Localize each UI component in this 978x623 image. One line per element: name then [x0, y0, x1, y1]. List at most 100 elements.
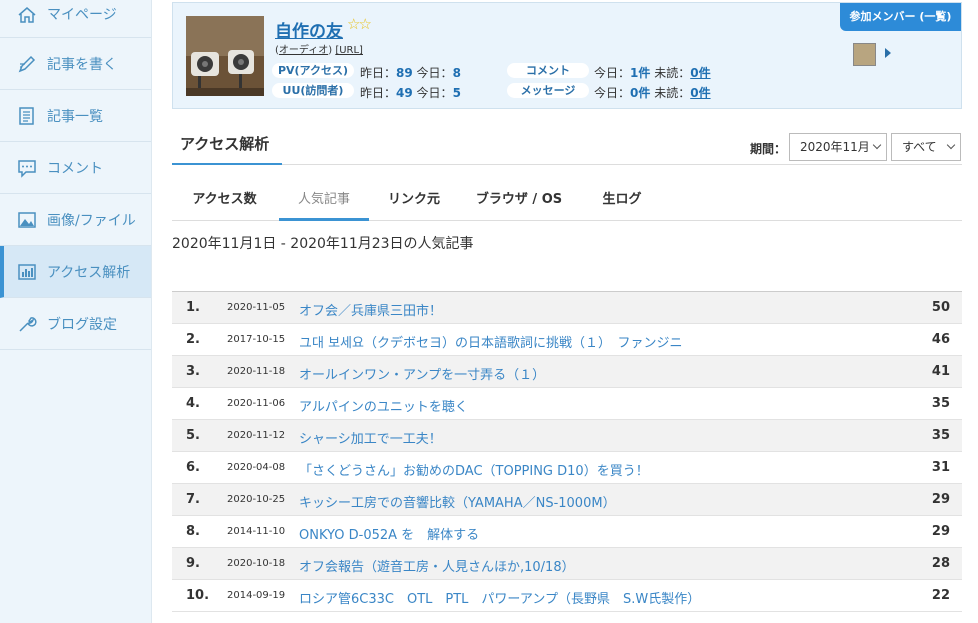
title-underline: [172, 163, 282, 165]
period-label: 期間：: [750, 142, 787, 156]
chevron-right-icon[interactable]: [885, 48, 891, 58]
sidebar-item-comments[interactable]: コメント: [0, 142, 151, 194]
table-row: 10. 2014-09-19 ロシア管6C33C OTL PTL パワーアンプ（長野…: [172, 580, 962, 612]
sidebar-item-label: マイページ: [47, 7, 117, 23]
sidebar-item-write[interactable]: 記事を書く: [0, 38, 151, 90]
view-count-cell: 22: [931, 588, 950, 603]
sidebar-item-images[interactable]: 画像/ファイル: [0, 194, 151, 246]
table-row: 4. 2020-11-06 アルパインのユニットを聴く 35: [172, 388, 962, 420]
divider: [172, 164, 962, 165]
date-range-heading: 2020年11月1日 - 2020年11月23日の人気記事: [172, 236, 474, 252]
unread-label: 未読：: [654, 86, 691, 100]
table-row: 1. 2020-11-05 オフ会／兵庫県三田市！ 50: [172, 292, 962, 324]
document-list-icon: [16, 105, 38, 127]
sidebar-item-label: 記事一覧: [47, 108, 103, 125]
blog-summary-panel: 自作の友 ☆☆ (オーディオ) [URL] PV(アクセス) UU(訪問者) 昨…: [172, 2, 962, 109]
yesterday-label: 昨日：: [360, 66, 397, 80]
view-count-cell: 31: [931, 460, 950, 475]
comment-today-value: 1件: [630, 66, 651, 80]
table-row: 2. 2017-10-15 ユ대 보세요（クデボセヨ）の日本語歌詞に挑戦（１） ファ…: [172, 324, 962, 356]
rank-cell: 10.: [186, 588, 210, 603]
today-label: 今日：: [594, 66, 631, 80]
avatar[interactable]: [853, 43, 876, 66]
bar-chart-icon: [16, 261, 38, 283]
analytics-tabs: アクセス数 人気記事 リンク元 ブラウザ / OS 生ログ: [172, 184, 962, 221]
today-label: 今日：: [416, 66, 453, 80]
article-title-link[interactable]: オフ会／兵庫県三田市！: [299, 300, 442, 319]
sidebar-item-label: 画像/ファイル: [47, 212, 136, 229]
unread-label: 未読：: [654, 66, 691, 80]
page-title: アクセス解析: [180, 135, 270, 153]
category-link[interactable]: オーディオ: [279, 45, 328, 56]
table-row: 5. 2020-11-12 シャーシ加工で一工夫！ 35: [172, 420, 962, 452]
article-title-link[interactable]: ロシア管6C33C OTL PTL パワーアンプ（長野県 S.W氏製作）: [299, 588, 700, 607]
date-cell: 2020-10-18: [227, 558, 286, 569]
article-title-link[interactable]: アルパインのユニットを聴く: [299, 396, 468, 415]
comment-icon: [16, 157, 38, 179]
tab-popular-articles[interactable]: 人気記事: [279, 184, 369, 221]
blog-title-link[interactable]: 自作の友: [275, 17, 343, 42]
view-count-cell: 35: [931, 396, 950, 411]
table-row: 8. 2014-11-10 ONKYO D-052A を 解体する 29: [172, 516, 962, 548]
view-count-cell: 46: [931, 332, 950, 347]
article-title-link[interactable]: 「さくどうさん」お勧めのDAC（TOPPING D10）を買う！: [299, 460, 649, 479]
uu-stats: 昨日：49 今日：5: [360, 84, 461, 101]
image-icon: [16, 209, 38, 231]
date-cell: 2020-10-25: [227, 494, 286, 505]
message-stats: 今日：0件 未読：0件: [594, 84, 711, 101]
article-title-link[interactable]: ONKYO D-052A を 解体する: [299, 524, 479, 543]
sidebar-item-articles[interactable]: 記事一覧: [0, 90, 151, 142]
period-select-value: 2020年11月: [800, 140, 870, 154]
sidebar-item-settings[interactable]: ブログ設定: [0, 298, 151, 350]
view-count-cell: 35: [931, 428, 950, 443]
pv-today-value: 8: [452, 66, 461, 80]
sidebar-item-mypage[interactable]: マイページ: [0, 0, 151, 38]
table-row: 6. 2020-04-08 「さくどうさん」お勧めのDAC（TOPPING D10）…: [172, 452, 962, 484]
uu-label-badge: UU(訪問者): [272, 83, 354, 98]
pv-yesterday-value: 89: [396, 66, 413, 80]
chevron-down-icon: [872, 140, 882, 150]
view-count-cell: 29: [931, 492, 950, 507]
rank-cell: 8.: [186, 524, 200, 539]
sidebar-item-label: 記事を書く: [47, 56, 117, 73]
filter-select[interactable]: すべて: [891, 133, 961, 161]
yesterday-label: 昨日：: [360, 86, 397, 100]
date-cell: 2020-11-05: [227, 302, 286, 313]
tab-browser-os[interactable]: ブラウザ / OS: [467, 184, 571, 221]
tab-access-count[interactable]: アクセス数: [182, 184, 267, 221]
today-label: 今日：: [416, 86, 453, 100]
popular-articles-table: 1. 2020-11-05 オフ会／兵庫県三田市！ 50 2. 2017-10-15 ユ대 …: [172, 291, 962, 612]
date-cell: 2017-10-15: [227, 334, 286, 345]
article-title-link[interactable]: オールインワン・アンプを一寸弄る（１）: [299, 364, 545, 383]
pv-label-badge: PV(アクセス): [272, 63, 354, 78]
article-title-link[interactable]: キッシー工房での音響比較（YAMAHA／NS-1000M）: [299, 492, 616, 511]
sidebar-item-analytics[interactable]: アクセス解析: [0, 246, 151, 298]
tab-referrers[interactable]: リンク元: [379, 184, 449, 221]
rank-cell: 1.: [186, 300, 200, 315]
date-cell: 2020-04-08: [227, 462, 286, 473]
tab-raw-log[interactable]: 生ログ: [589, 184, 655, 221]
uu-today-value: 5: [452, 86, 461, 100]
sidebar-item-label: アクセス解析: [47, 264, 131, 281]
member-list-button[interactable]: 参加メンバー (一覧): [840, 3, 961, 31]
main-content: 自作の友 ☆☆ (オーディオ) [URL] PV(アクセス) UU(訪問者) 昨…: [172, 0, 962, 623]
blog-thumbnail[interactable]: [186, 16, 264, 96]
message-unread-link[interactable]: 0件: [690, 86, 710, 100]
article-title-link[interactable]: ユ대 보세요（クデボセヨ）の日本語歌詞に挑戦（１） ファンジニ: [299, 332, 682, 351]
view-count-cell: 41: [931, 364, 950, 379]
view-count-cell: 29: [931, 524, 950, 539]
date-cell: 2020-11-12: [227, 430, 286, 441]
comment-unread-link[interactable]: 0件: [690, 66, 710, 80]
rank-cell: 3.: [186, 364, 200, 379]
rank-cell: 4.: [186, 396, 200, 411]
article-title-link[interactable]: オフ会報告（遊音工房・人見さんほか,10/18）: [299, 556, 575, 575]
table-row: 9. 2020-10-18 オフ会報告（遊音工房・人見さんほか,10/18） 28: [172, 548, 962, 580]
sidebar: マイページ 記事を書く 記事一覧 コメント 画像/ファイル アクセス解析 ブログ…: [0, 0, 152, 623]
wrench-icon: [16, 313, 38, 335]
pv-stats: 昨日：89 今日：8: [360, 64, 461, 81]
period-select[interactable]: 2020年11月: [789, 133, 887, 161]
uu-yesterday-value: 49: [396, 86, 413, 100]
article-title-link[interactable]: シャーシ加工で一工夫！: [299, 428, 442, 447]
view-count-cell: 50: [931, 300, 950, 315]
url-link[interactable]: [URL]: [335, 45, 363, 56]
